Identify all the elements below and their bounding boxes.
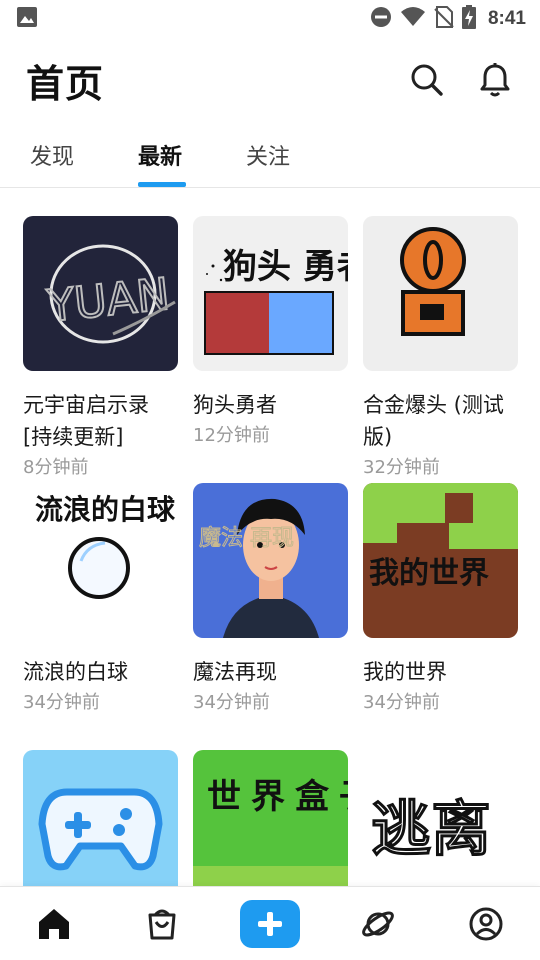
work-thumbnail: 世界盒子	[193, 750, 348, 905]
work-card[interactable]: 魔法 再现 魔法再现 34分钟前	[193, 483, 348, 718]
nav-shop[interactable]	[132, 894, 192, 954]
search-icon	[411, 64, 443, 96]
tab-bar: 发现 最新 关注	[0, 122, 540, 188]
work-card[interactable]: 流浪的白球 流浪的白球 34分钟前	[23, 483, 178, 718]
tab-following[interactable]: 关注	[246, 122, 354, 188]
bottom-nav	[0, 886, 540, 960]
plus-icon	[258, 911, 282, 936]
nav-profile[interactable]	[456, 894, 516, 954]
no-sim-icon	[434, 6, 454, 32]
planet-icon	[362, 911, 394, 936]
work-title: 合金爆头 (测试版)	[363, 393, 504, 449]
profile-icon	[469, 907, 503, 940]
work-time: 34分钟前	[363, 692, 440, 713]
work-card[interactable]: 世界盒子	[193, 750, 348, 905]
work-card[interactable]: 我的世界 我的世界 34分钟前	[363, 483, 518, 718]
work-title: 流浪的白球	[23, 660, 128, 684]
work-thumbnail	[23, 750, 178, 905]
thumb-text: 流浪的白球	[35, 493, 176, 526]
tab-discover[interactable]: 发现	[30, 122, 138, 188]
image-icon	[16, 6, 38, 32]
thumb-text: 狗头 勇者!	[223, 247, 348, 287]
work-title: 我的世界	[363, 660, 447, 684]
page-title: 首页	[26, 61, 105, 106]
work-time: 8分钟前	[23, 457, 89, 478]
work-thumbnail: 狗头 勇者!	[193, 216, 348, 371]
work-card[interactable]: 狗头 勇者! 狗头勇者 12分钟前	[193, 216, 348, 451]
search-button[interactable]	[408, 61, 446, 99]
work-thumbnail: 流浪的白球	[23, 483, 178, 638]
work-title: 魔法再现	[193, 660, 277, 684]
work-time: 34分钟前	[193, 692, 270, 713]
work-card[interactable]: 合金爆头 (测试版) 32分钟前	[363, 216, 518, 483]
work-time: 12分钟前	[193, 425, 270, 446]
work-card[interactable]: 逃离	[363, 750, 518, 905]
work-thumbnail: YUAN	[23, 216, 178, 371]
work-thumbnail: 魔法 再现	[193, 483, 348, 638]
nav-planet[interactable]	[348, 894, 408, 954]
thumb-text: 我的世界	[369, 556, 489, 591]
work-card[interactable]: YUAN 元宇宙启示录[持续更新] 8分钟前	[23, 216, 178, 483]
shop-icon	[148, 909, 176, 939]
status-time: 8:41	[487, 8, 526, 29]
thumb-text: 世界盒子	[207, 777, 348, 817]
nav-home[interactable]	[24, 894, 84, 954]
home-icon	[39, 908, 69, 939]
work-time: 34分钟前	[23, 692, 100, 713]
work-thumbnail: 我的世界	[363, 483, 518, 638]
bell-icon	[480, 63, 510, 97]
wifi-icon	[400, 6, 426, 32]
work-title: 元宇宙启示录[持续更新]	[23, 393, 149, 449]
battery-charging-icon	[461, 5, 476, 33]
work-time: 32分钟前	[363, 457, 440, 478]
app-header: 首页	[0, 38, 540, 122]
thumb-text: 魔法 再现	[199, 526, 294, 551]
work-title: 狗头勇者	[193, 393, 277, 417]
create-button[interactable]	[240, 899, 300, 948]
work-thumbnail	[363, 216, 518, 371]
status-bar: 8:41	[0, 0, 540, 38]
active-tab-indicator	[138, 182, 186, 187]
work-thumbnail: 逃离	[363, 750, 518, 905]
thumb-text: 逃离	[371, 795, 491, 865]
work-card[interactable]	[23, 750, 178, 905]
tab-latest[interactable]: 最新	[138, 122, 246, 188]
do-not-disturb-icon	[370, 6, 392, 32]
notifications-button[interactable]	[476, 61, 514, 99]
